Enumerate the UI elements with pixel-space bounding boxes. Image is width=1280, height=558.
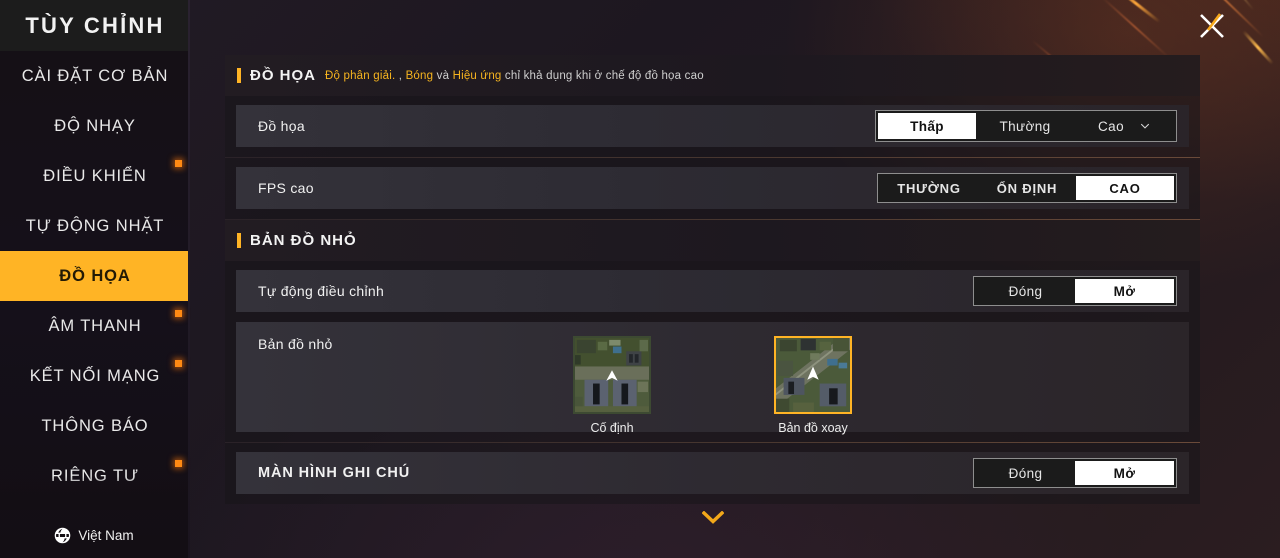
minimap-options: Cố định Bản đồ xoay (236, 336, 1189, 435)
close-button[interactable] (1190, 4, 1234, 48)
sidebar-item-do-nhay[interactable]: ĐỘ NHẠY (0, 101, 190, 151)
minimap-option-caption: Cố định (590, 421, 634, 435)
sidebar-item-label: ĐỘ NHẠY (54, 116, 136, 135)
option-thuong[interactable]: THƯỜNG (880, 176, 978, 200)
row-label: Tự động điều chỉnh (258, 283, 385, 299)
segmented-graphics: Thấp Thường Cao (875, 110, 1177, 142)
note-highlight: Hiệu ứng (452, 69, 502, 82)
globe-icon (55, 527, 71, 544)
minimap-fixed-image (575, 338, 649, 412)
option-mo[interactable]: Mở (1075, 461, 1174, 485)
option-dong[interactable]: Đóng (976, 461, 1075, 485)
sidebar-item-label: THÔNG BÁO (41, 416, 149, 435)
sidebar: TÙY CHỈNH CÀI ĐẶT CƠ BẢN ĐỘ NHẠY ĐIỀU KH… (0, 0, 190, 558)
sidebar-title: TÙY CHỈNH (0, 0, 190, 51)
note-plain: chỉ khả dụng khi ở chế độ đồ họa cao (501, 69, 704, 82)
note-plain: , (398, 69, 406, 82)
section-title: ĐỒ HỌA (250, 67, 316, 84)
sidebar-item-rieng-tu[interactable]: RIÊNG TƯ (0, 451, 190, 501)
sidebar-nav: CÀI ĐẶT CƠ BẢN ĐỘ NHẠY ĐIỀU KHIỂN TỰ ĐỘN… (0, 51, 190, 501)
option-cao-label: Cao (1098, 118, 1124, 134)
fps-control: THƯỜNG ỔN ĐỊNH CAO (877, 173, 1177, 203)
row-graphics-quality: Đồ họa Thấp Thường Cao (236, 105, 1189, 147)
sidebar-item-am-thanh[interactable]: ÂM THANH (0, 301, 190, 351)
language-label: Việt Nam (78, 528, 134, 543)
section-accent-bar (237, 68, 241, 83)
segmented-toggle: Đóng Mở (973, 458, 1177, 488)
settings-content: ĐỒ HỌA Độ phân giải. , Bóng và Hiệu ứng … (225, 55, 1200, 524)
option-mo[interactable]: Mở (1075, 279, 1174, 303)
minimap-option-rotating[interactable]: Bản đồ xoay (774, 336, 852, 435)
sidebar-item-ket-noi-mang[interactable]: KẾT NỐI MẠNG (0, 351, 190, 401)
minimap-option-caption: Bản đồ xoay (778, 421, 848, 435)
chevron-down-icon (701, 511, 724, 524)
minimap-auto-control: Đóng Mở (973, 276, 1177, 306)
sidebar-item-label: RIÊNG TƯ (51, 466, 139, 485)
notification-badge (175, 360, 182, 367)
decor-streak (1242, 30, 1274, 65)
row-label: FPS cao (258, 180, 314, 196)
graphics-quality-control: Thấp Thường Cao (875, 110, 1177, 142)
sidebar-item-label: CÀI ĐẶT CƠ BẢN (21, 66, 169, 85)
row-minimap-style: Bản đồ nhỏ Cố định Bản đồ xoay (236, 322, 1189, 435)
fps-block: FPS cao THƯỜNG ỔN ĐỊNH CAO (225, 158, 1200, 219)
decor-streak (1100, 0, 1170, 58)
sidebar-item-thong-bao[interactable]: THÔNG BÁO (0, 401, 190, 451)
sidebar-item-do-hoa[interactable]: ĐỒ HỌA (0, 251, 190, 301)
note-highlight: Bóng (405, 69, 434, 82)
section-accent-bar (237, 233, 241, 248)
minimap-fixed-thumbnail[interactable] (573, 336, 651, 414)
notification-badge (175, 460, 182, 467)
row-fps: FPS cao THƯỜNG ỔN ĐỊNH CAO (236, 167, 1189, 209)
notes-toggle-control: Đóng Mở (973, 458, 1177, 488)
minimap-option-fixed[interactable]: Cố định (573, 336, 651, 435)
row-minimap-auto: Tự động điều chỉnh Đóng Mở (236, 270, 1189, 312)
section-title: BẢN ĐỒ NHỎ (250, 232, 357, 249)
notification-badge (175, 160, 182, 167)
chevron-down-icon (1140, 123, 1150, 129)
sidebar-item-label: KẾT NỐI MẠNG (29, 366, 161, 385)
graphics-section-header: ĐỒ HỌA Độ phân giải. , Bóng và Hiệu ứng … (225, 55, 1200, 96)
row-notes-screen: MÀN HÌNH GHI CHÚ Đóng Mở (236, 452, 1189, 494)
sidebar-item-dieu-khien[interactable]: ĐIỀU KHIỂN (0, 151, 190, 201)
close-icon (1200, 13, 1224, 38)
decor-streak (1111, 0, 1161, 24)
graphics-quality-block: Đồ họa Thấp Thường Cao (225, 96, 1200, 157)
sidebar-item-label: ĐIỀU KHIỂN (43, 166, 147, 185)
row-label: MÀN HÌNH GHI CHÚ (258, 465, 411, 481)
minimap-rotating-image (776, 338, 850, 412)
minimap-rotating-thumbnail[interactable] (774, 336, 852, 414)
notes-block: MÀN HÌNH GHI CHÚ Đóng Mở (225, 443, 1200, 504)
sidebar-item-tu-dong-nhat[interactable]: TỰ ĐỘNG NHẶT (0, 201, 190, 251)
minimap-section-header: BẢN ĐỒ NHỎ (225, 220, 1200, 261)
minimap-auto-block: Tự động điều chỉnh Đóng Mở (225, 261, 1200, 322)
option-thap[interactable]: Thấp (878, 113, 976, 139)
sidebar-item-label: TỰ ĐỘNG NHẶT (25, 216, 165, 235)
option-dong[interactable]: Đóng (976, 279, 1075, 303)
note-highlight: Độ phân giải. (325, 69, 399, 82)
section-note: Độ phân giải. , Bóng và Hiệu ứng chỉ khả… (325, 70, 704, 82)
language-selector[interactable]: Việt Nam (0, 527, 188, 544)
option-on-dinh[interactable]: ỔN ĐỊNH (978, 176, 1076, 200)
sidebar-item-label: ĐỒ HỌA (59, 266, 131, 285)
scroll-down-indicator[interactable] (225, 504, 1200, 524)
row-label: Đồ họa (258, 118, 305, 134)
segmented-toggle: Đóng Mở (973, 276, 1177, 306)
settings-screen: TÙY CHỈNH CÀI ĐẶT CƠ BẢN ĐỘ NHẠY ĐIỀU KH… (0, 0, 1280, 558)
sidebar-item-cai-dat-co-ban[interactable]: CÀI ĐẶT CƠ BẢN (0, 51, 190, 101)
option-cao[interactable]: CAO (1076, 176, 1174, 200)
segmented-fps: THƯỜNG ỔN ĐỊNH CAO (877, 173, 1177, 203)
note-plain: và (433, 69, 453, 82)
option-cao[interactable]: Cao (1074, 113, 1174, 139)
minimap-thumb-block: Bản đồ nhỏ Cố định Bản đồ xoay (225, 322, 1200, 442)
notification-badge (175, 310, 182, 317)
option-thuong[interactable]: Thường (976, 113, 1074, 139)
sidebar-item-label: ÂM THANH (48, 316, 142, 335)
